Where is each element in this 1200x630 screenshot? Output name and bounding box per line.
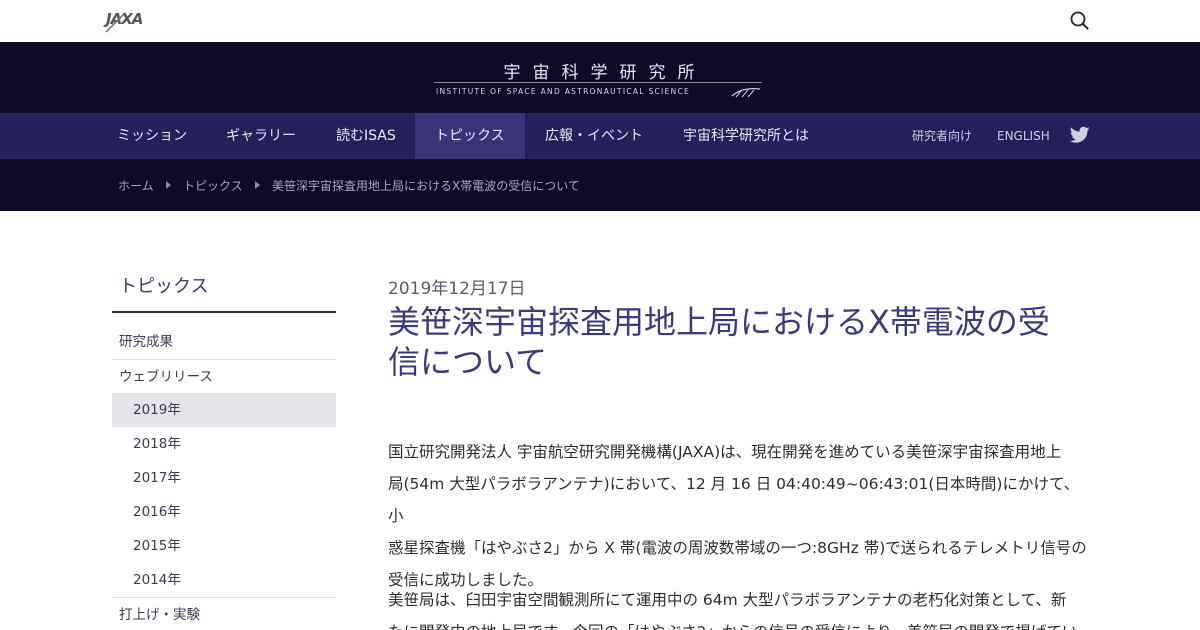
top-bar: JAXA bbox=[0, 0, 1200, 42]
twitter-icon bbox=[1069, 126, 1090, 143]
nav-researchers-link[interactable]: 研究者向け bbox=[912, 113, 972, 159]
sidebar-item-2016[interactable]: 2016年 bbox=[112, 495, 336, 529]
institute-title: 宇宙科学研究所 bbox=[503, 63, 707, 83]
nav-item-gallery[interactable]: ギャラリー bbox=[206, 113, 316, 159]
jaxa-logo[interactable]: JAXA bbox=[104, 8, 152, 34]
paragraph-line: 美笹局は、臼田宇宙空間観測所にて運用中の 64m 大型パラボラアンテナの老朽化対… bbox=[388, 591, 1067, 609]
article-title: 美笹深宇宙探査用地上局におけるX帯電波の受 信について bbox=[388, 302, 1088, 382]
paragraph-line: たに開発中の地上局です。今回の「はやぶさ2」からの信号の受信により、美笹局の開発… bbox=[388, 616, 1088, 630]
nav-item-read-isas[interactable]: 読むISAS bbox=[316, 113, 416, 159]
breadcrumb-home[interactable]: ホーム bbox=[118, 177, 154, 194]
article-paragraph-1: 国立研究開発法人 宇宙航空研究開発機構(JAXA)は、現在開発を進めている美笹深… bbox=[388, 436, 1088, 596]
nav-item-about[interactable]: 宇宙科学研究所とは bbox=[663, 113, 829, 159]
institute-divider bbox=[434, 82, 762, 83]
isas-logo[interactable]: 宇宙科学研究所 INSTITUTE OF SPACE AND ASTRONAUT… bbox=[434, 56, 764, 102]
paragraph-line: 国立研究開発法人 宇宙航空研究開発機構(JAXA)は、現在開発を進めている美笹深… bbox=[388, 443, 1062, 461]
article-paragraph-2: 美笹局は、臼田宇宙空間観測所にて運用中の 64m 大型パラボラアンテナの老朽化対… bbox=[388, 584, 1088, 630]
nav-item-missions[interactable]: ミッション bbox=[97, 113, 207, 159]
search-icon bbox=[1070, 11, 1089, 30]
paragraph-line: 惑星探査機「はやぶさ2」から X 帯(電波の周波数帯域の一つ:8GHz 帯)で送… bbox=[388, 539, 1087, 557]
nav-item-pr-events[interactable]: 広報・イベント bbox=[525, 113, 663, 159]
sidebar-item-web-release[interactable]: ウェブリリース bbox=[112, 359, 336, 393]
nav-english-link[interactable]: ENGLISH bbox=[997, 113, 1050, 159]
isas-mark-icon bbox=[731, 88, 761, 98]
breadcrumb-separator-icon bbox=[255, 181, 260, 189]
sidebar-title[interactable]: トピックス bbox=[112, 268, 336, 313]
twitter-link[interactable] bbox=[1069, 126, 1090, 144]
article-title-line: 美笹深宇宙探査用地上局におけるX帯電波の受 bbox=[388, 303, 1050, 341]
breadcrumb-current: 美笹深宇宙探査用地上局におけるX帯電波の受信について bbox=[272, 179, 580, 193]
breadcrumb-separator-icon bbox=[166, 181, 171, 189]
article-title-line: 信について bbox=[388, 343, 548, 381]
breadcrumb-topics[interactable]: トピックス bbox=[183, 177, 243, 194]
jaxa-swoosh-icon bbox=[105, 13, 125, 33]
nav-item-topics[interactable]: トピックス bbox=[415, 113, 525, 159]
sidebar-item-2017[interactable]: 2017年 bbox=[112, 461, 336, 495]
sidebar-item-2018[interactable]: 2018年 bbox=[112, 427, 336, 461]
sidebar-item-2015[interactable]: 2015年 bbox=[112, 529, 336, 563]
article-date: 2019年12月17日 bbox=[388, 279, 526, 299]
institute-subtitle: INSTITUTE OF SPACE AND ASTRONAUTICAL SCI… bbox=[436, 87, 691, 96]
sidebar-item-2014[interactable]: 2014年 bbox=[112, 563, 336, 597]
sidebar-item-2019[interactable]: 2019年 bbox=[112, 393, 336, 427]
search-button[interactable] bbox=[1066, 8, 1092, 34]
sidebar-item-research-results[interactable]: 研究成果 bbox=[112, 325, 336, 359]
breadcrumb: ホーム トピックス 美笹深宇宙探査用地上局におけるX帯電波の受信について bbox=[0, 159, 1200, 211]
sidebar-item-launch-experiment[interactable]: 打上げ・実験 bbox=[112, 597, 336, 630]
institute-header: 宇宙科学研究所 INSTITUTE OF SPACE AND ASTRONAUT… bbox=[0, 42, 1200, 113]
paragraph-line: 局(54m 大型パラボラアンテナ)において、12 月 16 日 04:40:49… bbox=[388, 475, 1080, 525]
main-nav: ミッション ギャラリー 読むISAS トピックス 広報・イベント 宇宙科学研究所… bbox=[0, 113, 1200, 159]
